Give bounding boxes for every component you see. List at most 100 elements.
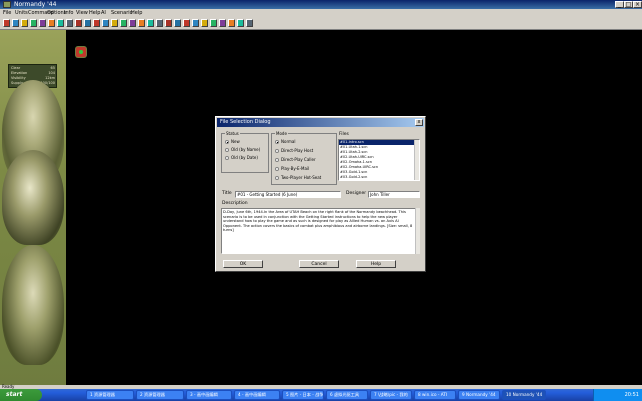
toolbar-tool-icon[interactable]: [30, 19, 37, 27]
toolbar-tool-icon[interactable]: [21, 19, 28, 27]
portrait-rommel: [2, 150, 64, 245]
app-icon: [3, 1, 11, 8]
radio-dot: [275, 176, 279, 180]
menu-bar: File Units Command Options Info View Hel…: [0, 9, 642, 17]
radio-mode-direct-play-host[interactable]: Direct-Play Host: [275, 148, 313, 154]
title-bar: Normandy '44 _ □ ×: [0, 0, 642, 9]
dialog-title-bar: File Selection Dialog x: [217, 118, 424, 127]
description-label: Description: [222, 201, 248, 206]
taskbar-item[interactable]: 2 资源管理器: [136, 390, 184, 400]
clock: 20:51: [624, 392, 639, 398]
radio-status-old-name[interactable]: Old (by Name): [225, 147, 260, 153]
toolbar-tool-icon[interactable]: [93, 19, 100, 27]
toolbar-tool-icon[interactable]: [192, 19, 199, 27]
radio-dot: [275, 167, 279, 171]
toolbar-tool-icon[interactable]: [237, 19, 244, 27]
description-scrollbar[interactable]: [415, 208, 420, 254]
menu-help-2[interactable]: Help: [131, 9, 142, 17]
close-button[interactable]: ×: [633, 1, 642, 8]
file-selection-dialog: File Selection Dialog x Status New Old (…: [215, 116, 426, 272]
radio-status-new[interactable]: New: [225, 139, 240, 145]
radio-dot: [225, 140, 229, 144]
radio-dot: [275, 140, 279, 144]
menu-ai[interactable]: AI: [101, 9, 106, 17]
minimize-button[interactable]: _: [615, 1, 624, 8]
radio-dot: [275, 149, 279, 153]
toolbar-tool-icon[interactable]: [129, 19, 136, 27]
taskbar-item[interactable]: 8 win.ico - ATI: [414, 390, 456, 400]
leaders-panel: Clear 65 Elevation 104 Visibility 12km Supp…: [0, 30, 66, 385]
menu-units[interactable]: Units: [15, 9, 28, 17]
taskbar-item[interactable]: 1 资源管理器: [86, 390, 134, 400]
start-button[interactable]: start: [0, 389, 42, 401]
toolbar-tool-icon[interactable]: [219, 19, 226, 27]
window-title: Normandy '44: [14, 1, 57, 8]
taskbar-item[interactable]: 9 Normandy '44: [458, 390, 500, 400]
toolbar-tool-icon[interactable]: [75, 19, 82, 27]
taskbar-item[interactable]: 6 虚拟光驱工具: [326, 390, 368, 400]
files-scrollbar[interactable]: [414, 140, 419, 180]
menu-info[interactable]: Info: [64, 9, 73, 17]
ok-button[interactable]: OK: [223, 260, 263, 268]
menu-help[interactable]: Help: [89, 9, 100, 17]
status-label: Status: [225, 131, 240, 136]
toolbar-tool-icon[interactable]: [3, 19, 10, 27]
files-label: Files: [339, 132, 349, 137]
toolbar: [0, 17, 642, 30]
toolbar-tool-icon[interactable]: [48, 19, 55, 27]
toolbar-tool-icon[interactable]: [246, 19, 253, 27]
mode-group: Mode Normal Direct-Play Host Direct-Play…: [271, 131, 337, 185]
taskbar-item[interactable]: 7 \战略\pic - 我的: [370, 390, 412, 400]
toolbar-tool-icon[interactable]: [165, 19, 172, 27]
menu-file[interactable]: File: [3, 9, 11, 17]
toolbar-tool-icon[interactable]: [102, 19, 109, 27]
taskbar-item[interactable]: 5 图片 - 日本 - 战争: [282, 390, 324, 400]
status-group: Status New Old (by Name) Old (by Date): [221, 131, 269, 173]
unit-counter-icon[interactable]: [76, 47, 86, 57]
toolbar-tool-icon[interactable]: [174, 19, 181, 27]
toolbar-tool-icon[interactable]: [138, 19, 145, 27]
dialog-title: File Selection Dialog: [220, 119, 271, 125]
menu-view[interactable]: View: [76, 9, 88, 17]
menu-scenario[interactable]: Scenario: [111, 9, 133, 17]
taskbar: start 1 资源管理器 2 资源管理器 3 - 画中画编辑 4 - 画中画编…: [0, 389, 642, 401]
designer-label: Designer: [346, 191, 367, 196]
help-button[interactable]: Help: [356, 260, 396, 268]
toolbar-tool-icon[interactable]: [120, 19, 127, 27]
radio-mode-pbem[interactable]: Play-By-E-Mail: [275, 166, 309, 172]
radio-dot: [275, 158, 279, 162]
title-field[interactable]: #01 - Getting Started (6 June): [235, 191, 341, 198]
taskbar-item[interactable]: 4 - 画中画编辑: [234, 390, 280, 400]
radio-mode-hot-seat[interactable]: Two-Player Hot-Seat: [275, 175, 321, 181]
file-item[interactable]: #03-Gold-2.scn: [339, 175, 419, 180]
cancel-button[interactable]: Cancel: [299, 260, 339, 268]
maximize-button[interactable]: □: [624, 1, 633, 8]
description-text[interactable]: D-Day, June 6th, 1944.In the Area of UTA…: [221, 208, 420, 254]
toolbar-tool-icon[interactable]: [66, 19, 73, 27]
dialog-close-button[interactable]: x: [415, 119, 423, 126]
toolbar-tool-icon[interactable]: [84, 19, 91, 27]
radio-mode-direct-play-caller[interactable]: Direct-Play Caller: [275, 157, 316, 163]
toolbar-tool-icon[interactable]: [39, 19, 46, 27]
toolbar-tool-icon[interactable]: [156, 19, 163, 27]
toolbar-tool-icon[interactable]: [183, 19, 190, 27]
designer-field[interactable]: John Tiller: [368, 191, 420, 198]
radio-status-old-date[interactable]: Old (by Date): [225, 155, 258, 161]
radio-dot: [225, 156, 229, 160]
toolbar-tool-icon[interactable]: [57, 19, 64, 27]
toolbar-tool-icon[interactable]: [147, 19, 154, 27]
radio-mode-normal[interactable]: Normal: [275, 139, 295, 145]
taskbar-item[interactable]: 3 - 画中画编辑: [186, 390, 232, 400]
toolbar-tool-icon[interactable]: [210, 19, 217, 27]
radio-dot: [225, 148, 229, 152]
toolbar-tool-icon[interactable]: [12, 19, 19, 27]
toolbar-tool-icon[interactable]: [228, 19, 235, 27]
mode-label: Mode: [275, 131, 288, 136]
taskbar-item-active[interactable]: 10 Normandy '44: [502, 390, 546, 400]
toolbar-tool-icon[interactable]: [111, 19, 118, 27]
files-list[interactable]: #01-Intro.scn #01-Utah-1.scn #01-Utah-2.…: [338, 139, 420, 181]
system-tray: 20:51: [593, 389, 642, 401]
toolbar-tool-icon[interactable]: [201, 19, 208, 27]
title-label: Title: [222, 191, 232, 196]
portrait-montgomery: [2, 245, 64, 365]
